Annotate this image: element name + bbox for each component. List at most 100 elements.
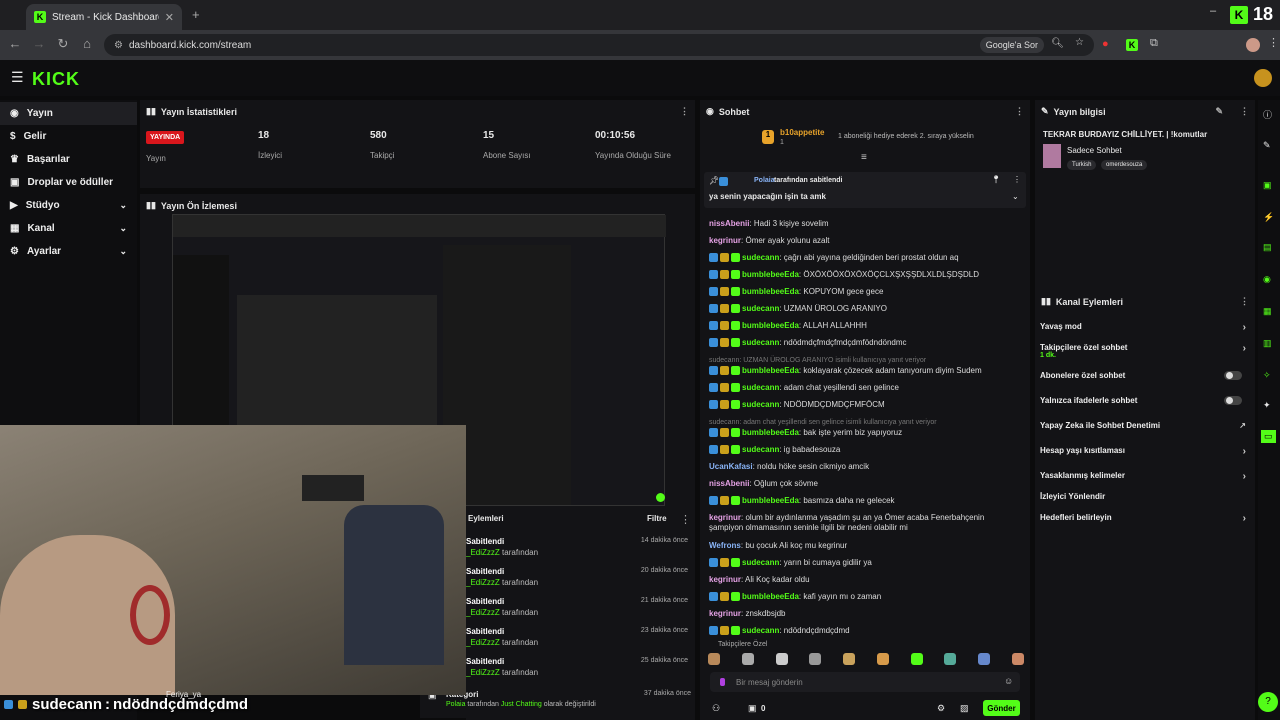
emote-4-icon[interactable] <box>809 653 822 665</box>
edit-info-icon[interactable]: ✎ <box>1215 106 1223 117</box>
channel-action-item[interactable]: Hedefleri belirleyin › <box>1040 513 1250 524</box>
emote-8-icon[interactable] <box>944 653 957 665</box>
channel-action-item[interactable]: Takipçilere özel sohbet 1 dk. › <box>1040 343 1250 359</box>
info-menu-icon[interactable]: ⋮ <box>1240 106 1249 117</box>
chat-username[interactable]: bumblebeeEda <box>742 270 799 279</box>
channel-action-item[interactable]: Yavaş mod › <box>1040 322 1250 333</box>
kick-ext-icon[interactable]: K <box>1230 6 1248 24</box>
events-filter-button[interactable]: Filtre <box>647 514 667 523</box>
chat-input[interactable]: Bir mesaj gönderin ☺ <box>710 672 1020 692</box>
home-icon[interactable]: ⌂ <box>76 36 98 51</box>
rail-tool-1-icon[interactable]: ▣ <box>1263 180 1272 191</box>
unpin-icon[interactable]: 📍︎ <box>991 175 1001 184</box>
chat-username[interactable]: bumblebeeEda <box>742 428 799 437</box>
hamburger-menu-icon[interactable]: ☰ <box>11 69 24 86</box>
event-user[interactable]: _EdiZzzZ <box>466 668 500 677</box>
rail-tool-5-icon[interactable]: ▦ <box>1263 306 1272 317</box>
chat-username[interactable]: kegrinur <box>709 609 741 618</box>
chat-username[interactable]: nissAbenii <box>709 219 749 228</box>
sidebar-item-6[interactable]: ⚙ Ayarlar ⌄ <box>0 240 137 263</box>
extensions-icon[interactable]: ⧉ <box>1150 37 1158 50</box>
emote-9-icon[interactable] <box>978 653 991 665</box>
emote-10-icon[interactable] <box>1011 653 1024 665</box>
google-ask-button[interactable]: Google'a Sor <box>979 37 1044 53</box>
channel-action-item[interactable]: Abonelere özel sohbet <box>1040 371 1250 380</box>
sidebar-item-2[interactable]: ♛ Başarılar <box>0 148 137 171</box>
channel-action-item[interactable]: Yapay Zeka ile Sohbet Denetimi ↗ <box>1040 421 1250 430</box>
sidebar-item-3[interactable]: ▣ Droplar ve ödüller <box>0 171 137 194</box>
send-button[interactable]: Gönder <box>983 700 1020 716</box>
chat-username[interactable]: sudecann <box>742 558 779 567</box>
chat-username[interactable]: sudecann <box>742 626 779 635</box>
browser-tab[interactable]: K Stream - Kick Dashboard ✕ <box>26 4 182 30</box>
chat-username[interactable]: bumblebeeEda <box>742 496 799 505</box>
event-user[interactable]: _EdiZzzZ <box>466 548 500 557</box>
profile-avatar[interactable] <box>1246 38 1260 52</box>
rail-tool-2-icon[interactable]: ⚡ <box>1263 212 1274 223</box>
event-user[interactable]: _EdiZzzZ <box>466 638 500 647</box>
rail-edit-icon[interactable]: ✎ <box>1263 140 1271 151</box>
channel-action-item[interactable]: Yasaklanmış kelimeler › <box>1040 471 1250 482</box>
sidebar-item-1[interactable]: $ Gelir <box>0 125 137 148</box>
stats-menu-icon[interactable]: ⋮ <box>680 106 689 117</box>
event-user[interactable]: _EdiZzzZ <box>466 578 500 587</box>
chat-username[interactable]: sudecann <box>742 338 779 347</box>
rail-tool-8-icon[interactable]: ✦ <box>1263 400 1271 411</box>
chat-gift-icon[interactable]: ▨ <box>960 703 969 714</box>
chat-settings-icon[interactable]: ⚙ <box>937 703 945 714</box>
site-info-icon[interactable]: ⚙ <box>114 40 123 51</box>
minimize-icon[interactable]: – <box>1210 5 1216 17</box>
sidebar-item-0[interactable]: ◉ Yayın <box>0 102 137 125</box>
kick-logo[interactable]: KICK <box>32 69 80 90</box>
rail-info-icon[interactable]: ⓘ <box>1263 108 1272 121</box>
emote-5-icon[interactable] <box>843 653 856 665</box>
channel-action-item[interactable]: Hesap yaşı kısıtlaması › <box>1040 446 1250 457</box>
chat-username[interactable]: kegrinur <box>709 575 741 584</box>
emote-2-icon[interactable] <box>741 653 754 665</box>
emote-6-icon[interactable] <box>876 653 889 665</box>
chat-users-icon[interactable]: ⚇ <box>712 703 720 714</box>
user-avatar[interactable] <box>1254 69 1272 87</box>
reload-icon[interactable]: ↻ <box>52 36 74 52</box>
chat-username[interactable]: bumblebeeEda <box>742 321 799 330</box>
chat-filter-icon[interactable]: ≡ <box>861 152 867 163</box>
new-tab-icon[interactable]: + <box>192 7 200 22</box>
extension-kick-icon[interactable]: K <box>1126 39 1138 51</box>
help-button-icon[interactable]: ? <box>1258 692 1278 712</box>
rail-tool-4-icon[interactable]: ◉ <box>1263 274 1271 285</box>
tag-2[interactable]: omerdesouza <box>1101 160 1148 170</box>
close-tab-icon[interactable]: ✕ <box>165 11 174 24</box>
chat-username[interactable]: kegrinur <box>709 236 741 245</box>
chat-username[interactable]: UcanKafasi <box>709 462 753 471</box>
zoom-icon[interactable]: 🔍︎ <box>1051 38 1064 49</box>
actions-menu-icon[interactable]: ⋮ <box>1240 296 1249 307</box>
chat-username[interactable]: bumblebeeEda <box>742 287 799 296</box>
toggle-switch[interactable] <box>1224 396 1242 405</box>
tag-1[interactable]: Turkish <box>1067 160 1097 170</box>
chat-username[interactable]: sudecann <box>742 445 779 454</box>
chat-username[interactable]: nissAbenii <box>709 479 749 488</box>
chat-menu-icon[interactable]: ⋮ <box>1015 106 1024 117</box>
chat-username[interactable]: sudecann <box>742 253 779 262</box>
gift-user[interactable]: b10appetite <box>780 128 824 137</box>
url-field[interactable]: ⚙ dashboard.kick.com/stream Google'a Sor… <box>104 34 1094 56</box>
emote-3-icon[interactable] <box>775 653 788 665</box>
event-user[interactable]: _EdiZzzZ <box>466 608 500 617</box>
chat-username[interactable]: sudecann <box>742 304 779 313</box>
sidebar-item-5[interactable]: ▦ Kanal ⌄ <box>0 217 137 240</box>
rail-tool-6-icon[interactable]: ▥ <box>1263 338 1272 349</box>
browser-menu-icon[interactable]: ⋮ <box>1268 36 1279 49</box>
chat-username[interactable]: sudecann <box>742 400 779 409</box>
chat-username[interactable]: kegrinur <box>709 513 741 522</box>
channel-action-item[interactable]: İzleyici Yönlendir <box>1040 492 1250 501</box>
emote-1-icon[interactable] <box>708 653 720 665</box>
pinned-expand-icon[interactable]: ⌄ <box>1012 192 1019 201</box>
emoji-picker-icon[interactable]: ☺ <box>1004 676 1013 686</box>
events-menu-icon[interactable]: ⋮ <box>680 513 691 526</box>
rail-tool-7-icon[interactable]: ✧ <box>1263 370 1271 381</box>
toggle-switch[interactable] <box>1224 371 1242 380</box>
rail-tool-9-icon[interactable]: ▭ <box>1261 430 1276 443</box>
forward-icon[interactable]: → <box>28 36 50 51</box>
pinned-menu-icon[interactable]: ⋮ <box>1013 175 1021 184</box>
back-icon[interactable]: ← <box>4 36 26 51</box>
